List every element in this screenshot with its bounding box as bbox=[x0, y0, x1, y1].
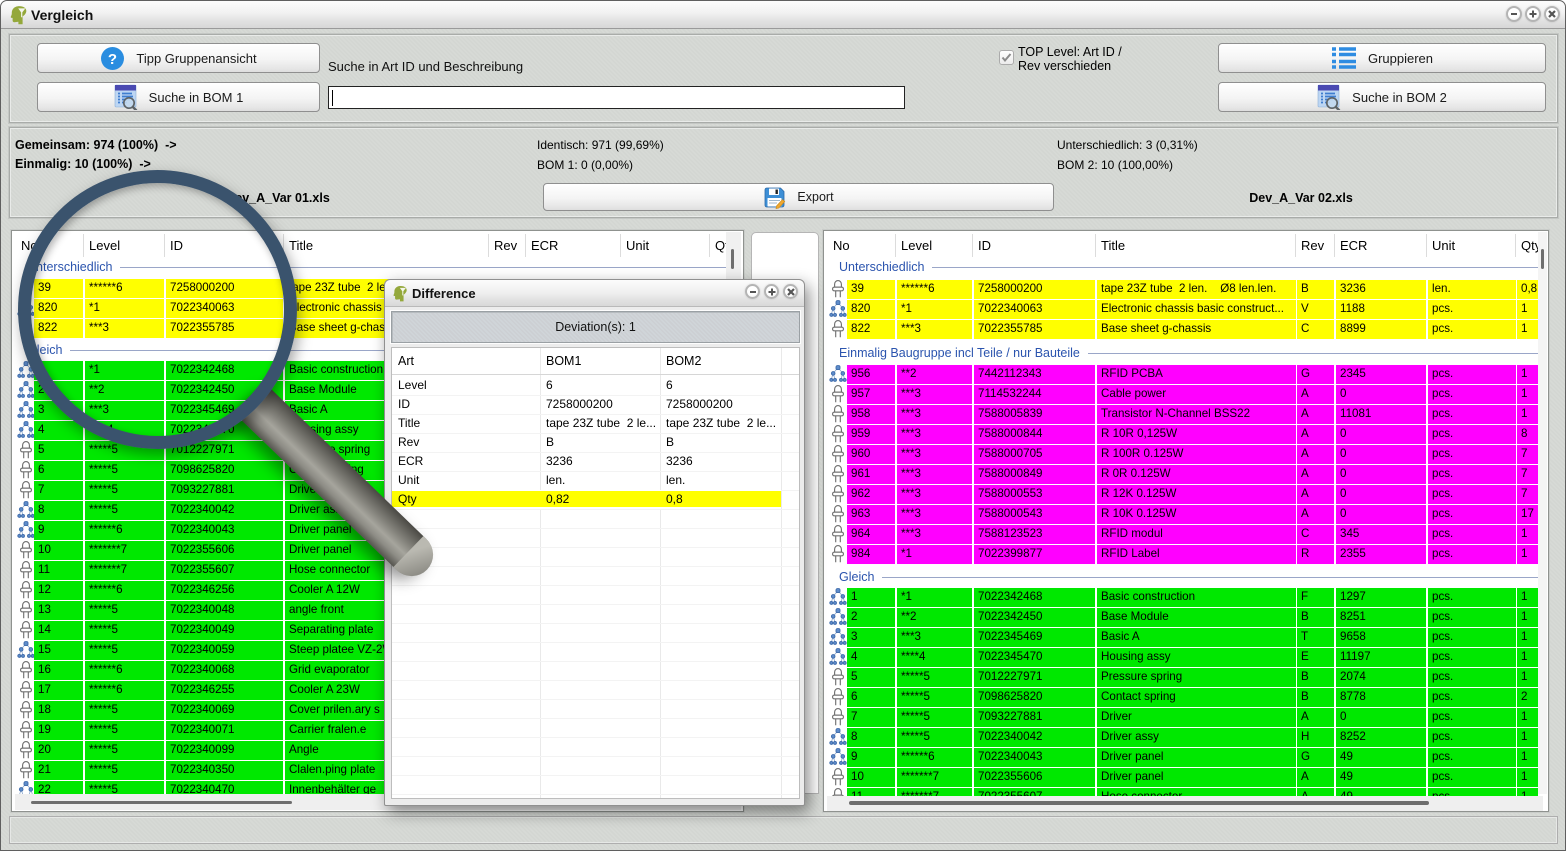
svg-text:?: ? bbox=[108, 51, 117, 68]
